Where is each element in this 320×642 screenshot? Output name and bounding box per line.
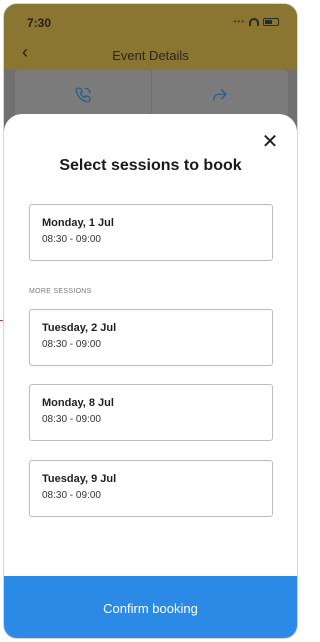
status-icons: ••• <box>234 17 279 26</box>
session-time: 08:30 - 09:00 <box>42 414 101 425</box>
page-title: Event Details <box>112 48 189 63</box>
session-sheet: ✕ Select sessions to book Monday, 1 Jul … <box>4 114 297 638</box>
phone-icon <box>75 87 91 103</box>
nav-bar: ‹ Event Details <box>4 38 297 70</box>
session-card[interactable]: Tuesday, 9 Jul 08:30 - 09:00 <box>29 460 273 517</box>
session-day: Monday, 1 Jul <box>42 217 114 229</box>
wifi-icon <box>249 17 259 26</box>
signal-icon: ••• <box>233 17 245 26</box>
status-time: 7:30 <box>27 16 52 30</box>
session-day: Monday, 8 Jul <box>42 397 114 409</box>
phone-frame: 7:30 ••• ‹ Event Details ✕ Select sessio… <box>3 3 298 639</box>
session-day: Tuesday, 9 Jul <box>42 473 117 485</box>
session-card[interactable]: Tuesday, 2 Jul 08:30 - 09:00 <box>29 309 273 366</box>
battery-icon <box>263 17 279 26</box>
session-day: Tuesday, 2 Jul <box>42 322 117 334</box>
share-icon <box>213 89 227 101</box>
session-time: 08:30 - 09:00 <box>42 234 101 245</box>
sheet-title: Select sessions to book <box>59 157 242 174</box>
session-time: 08:30 - 09:00 <box>42 490 101 501</box>
session-card[interactable]: Monday, 1 Jul 08:30 - 09:00 <box>29 204 273 261</box>
session-time: 08:30 - 09:00 <box>42 339 101 350</box>
close-icon[interactable]: ✕ <box>259 130 281 153</box>
confirm-booking-button[interactable]: Confirm booking <box>4 576 297 638</box>
edge-marker <box>0 320 3 321</box>
more-sessions-label: MORE SESSIONS <box>29 288 92 295</box>
status-bar: 7:30 ••• <box>4 4 297 38</box>
session-card[interactable]: Monday, 8 Jul 08:30 - 09:00 <box>29 384 273 441</box>
